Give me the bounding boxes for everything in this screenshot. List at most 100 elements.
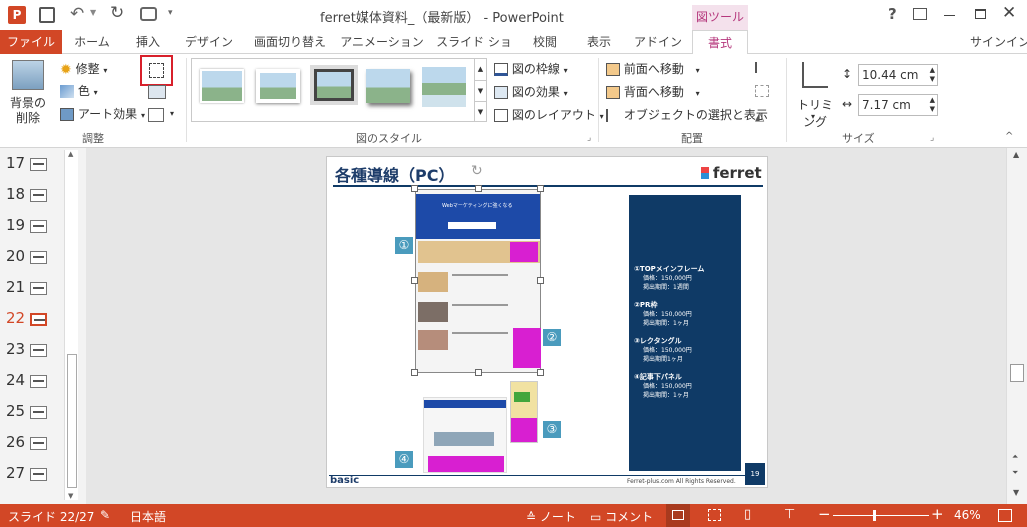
start-from-beginning-icon[interactable] [140, 7, 157, 21]
language-indicator[interactable]: 日本語 [130, 508, 166, 525]
slide-thumbnail-preview[interactable] [30, 313, 47, 326]
tab-review[interactable]: 校閲 [522, 30, 568, 54]
save-icon[interactable] [39, 7, 55, 23]
format-picture-launcher-icon[interactable]: ⌟ [587, 133, 591, 143]
notes-button[interactable]: ≙ ノート [526, 508, 576, 525]
picture-style-option[interactable] [422, 67, 466, 107]
align-icon[interactable] [755, 62, 767, 73]
rotate-icon[interactable]: ◭ [755, 109, 764, 123]
width-spinner[interactable]: ▲ ▼ [930, 96, 935, 114]
color-button[interactable]: 色 ▾ [60, 81, 98, 101]
slide-counter[interactable]: スライド 22/27 [8, 508, 94, 525]
change-picture-icon[interactable] [148, 85, 166, 99]
picture-style-option[interactable] [310, 65, 358, 105]
slideshow-view-button[interactable]: ⊤ [784, 507, 795, 522]
undo-icon[interactable]: ↶ [70, 4, 84, 24]
editor-vertical-scrollbar[interactable]: ▲ ⏶ ⏷ ▼ [1006, 148, 1027, 504]
tab-home[interactable]: ホーム [66, 30, 118, 54]
resize-handle[interactable] [537, 277, 544, 284]
width-input[interactable]: 7.17 cm ▲ ▼ [858, 94, 938, 116]
editor-scrollbar-thumb[interactable] [1010, 364, 1024, 382]
next-slide-icon[interactable]: ⏷ [1012, 468, 1018, 478]
tab-design[interactable]: デザイン [178, 30, 240, 54]
picture-style-option[interactable] [200, 69, 244, 103]
selected-picture[interactable]: Webマーケティングに強くなる [415, 189, 541, 373]
slide-thumbnail-preview[interactable] [30, 251, 47, 264]
rectangle-ad-screenshot[interactable] [510, 381, 538, 443]
resize-handle[interactable] [411, 369, 418, 376]
bring-forward-button[interactable]: 前面へ移動 ▾ [606, 59, 700, 79]
send-backward-button[interactable]: 背面へ移動 ▾ [606, 82, 700, 102]
resize-handle[interactable] [411, 277, 418, 284]
article-screenshot[interactable] [423, 397, 507, 473]
picture-border-button[interactable]: 図の枠線 ▾ [494, 59, 568, 79]
spell-check-icon[interactable]: ✎ [100, 508, 110, 522]
gallery-scroll-up[interactable]: ▲ [474, 59, 486, 80]
slide-thumbnail-preview[interactable] [30, 375, 47, 388]
fit-slide-to-window-icon[interactable] [998, 509, 1012, 522]
crop-button[interactable]: トリミング ▾ [792, 58, 838, 129]
slide-thumbnail-preview[interactable] [30, 158, 47, 171]
close-button[interactable]: ✕ [1002, 3, 1016, 23]
zoom-slider[interactable] [833, 510, 929, 521]
slide-thumbnail-preview[interactable] [30, 406, 47, 419]
minimize-button[interactable] [944, 15, 955, 16]
zoom-slider-thumb[interactable] [873, 510, 876, 521]
zoom-in-button[interactable]: + [931, 505, 944, 523]
comments-button[interactable]: ▭ コメント [590, 508, 653, 525]
tab-insert[interactable]: 挿入 [124, 30, 172, 54]
tab-format[interactable]: 書式 [692, 30, 748, 55]
slide-thumbnail-preview[interactable] [30, 437, 47, 450]
height-spinner[interactable]: ▲ ▼ [930, 66, 935, 84]
resize-handle[interactable] [537, 369, 544, 376]
group-objects-icon[interactable] [755, 85, 769, 97]
gallery-scroll-down[interactable]: ▼ [474, 80, 486, 101]
slide-thumbnail-preview[interactable] [30, 220, 47, 233]
tab-animations[interactable]: アニメーション [340, 30, 424, 54]
tab-slideshow[interactable]: スライド ショー [432, 30, 516, 73]
tab-view[interactable]: 表示 [576, 30, 622, 54]
zoom-level[interactable]: 46% [954, 508, 981, 522]
thumbnail-scrollbar-thumb[interactable] [67, 354, 77, 488]
slide-thumbnail-preview[interactable] [30, 189, 47, 202]
height-input[interactable]: 10.44 cm ▲ ▼ [858, 64, 938, 86]
corrections-button[interactable]: ✹ 修整 ▾ [60, 59, 107, 79]
picture-effects-button[interactable]: 図の効果 ▾ [494, 82, 568, 102]
zoom-out-button[interactable]: − [818, 505, 831, 523]
picture-layout-button[interactable]: 図のレイアウト ▾ [494, 105, 604, 125]
picture-style-option[interactable] [256, 69, 300, 103]
tab-addins[interactable]: アドイン [628, 30, 688, 54]
resize-handle[interactable] [475, 185, 482, 192]
picture-style-option[interactable] [366, 69, 410, 103]
tab-transitions[interactable]: 画面切り替え [248, 30, 332, 54]
slide-thumbnail-preview[interactable] [30, 282, 47, 295]
gallery-more[interactable]: ▼ [474, 101, 486, 122]
slide-sorter-view-button[interactable] [708, 509, 721, 521]
reset-picture-icon[interactable] [148, 108, 164, 122]
remove-background-button[interactable]: 背景の削除 [6, 58, 50, 128]
slide[interactable]: 各種導線（PC） ↻ ferret Webマーケティングに強くなる ① ② ③ … [326, 156, 768, 488]
resize-handle[interactable] [411, 185, 418, 192]
collapse-ribbon-icon[interactable]: ^ [1005, 131, 1013, 142]
resize-handle[interactable] [537, 185, 544, 192]
selection-pane-button[interactable]: オブジェクトの選択と表示 [606, 105, 768, 125]
qat-customize-icon[interactable]: ▾ [168, 8, 173, 18]
slide-thumbnail-preview[interactable] [30, 344, 47, 357]
normal-view-button[interactable] [666, 504, 690, 527]
signin-link[interactable]: サインイン [970, 30, 1027, 54]
resize-handle[interactable] [475, 369, 482, 376]
size-launcher-icon[interactable]: ⌟ [930, 133, 934, 143]
undo-dropdown-icon[interactable]: ▼ [90, 8, 96, 17]
slide-thumbnail-preview[interactable] [30, 468, 47, 481]
maximize-button[interactable] [975, 9, 986, 19]
help-button[interactable]: ? [888, 5, 897, 23]
reset-picture-dropdown-icon[interactable]: ▾ [170, 109, 174, 118]
thumbnail-scrollbar[interactable]: ▲ ▼ [64, 150, 78, 500]
rotate-handle-icon[interactable]: ↻ [471, 163, 483, 179]
artistic-effects-button[interactable]: アート効果 ▾ [60, 104, 145, 124]
ribbon-display-options-icon[interactable] [913, 8, 927, 20]
compress-pictures-button[interactable] [140, 55, 173, 86]
redo-icon[interactable]: ↻ [110, 3, 124, 23]
reading-view-button[interactable]: ▯ [744, 507, 751, 522]
tab-file[interactable]: ファイル [0, 30, 62, 54]
